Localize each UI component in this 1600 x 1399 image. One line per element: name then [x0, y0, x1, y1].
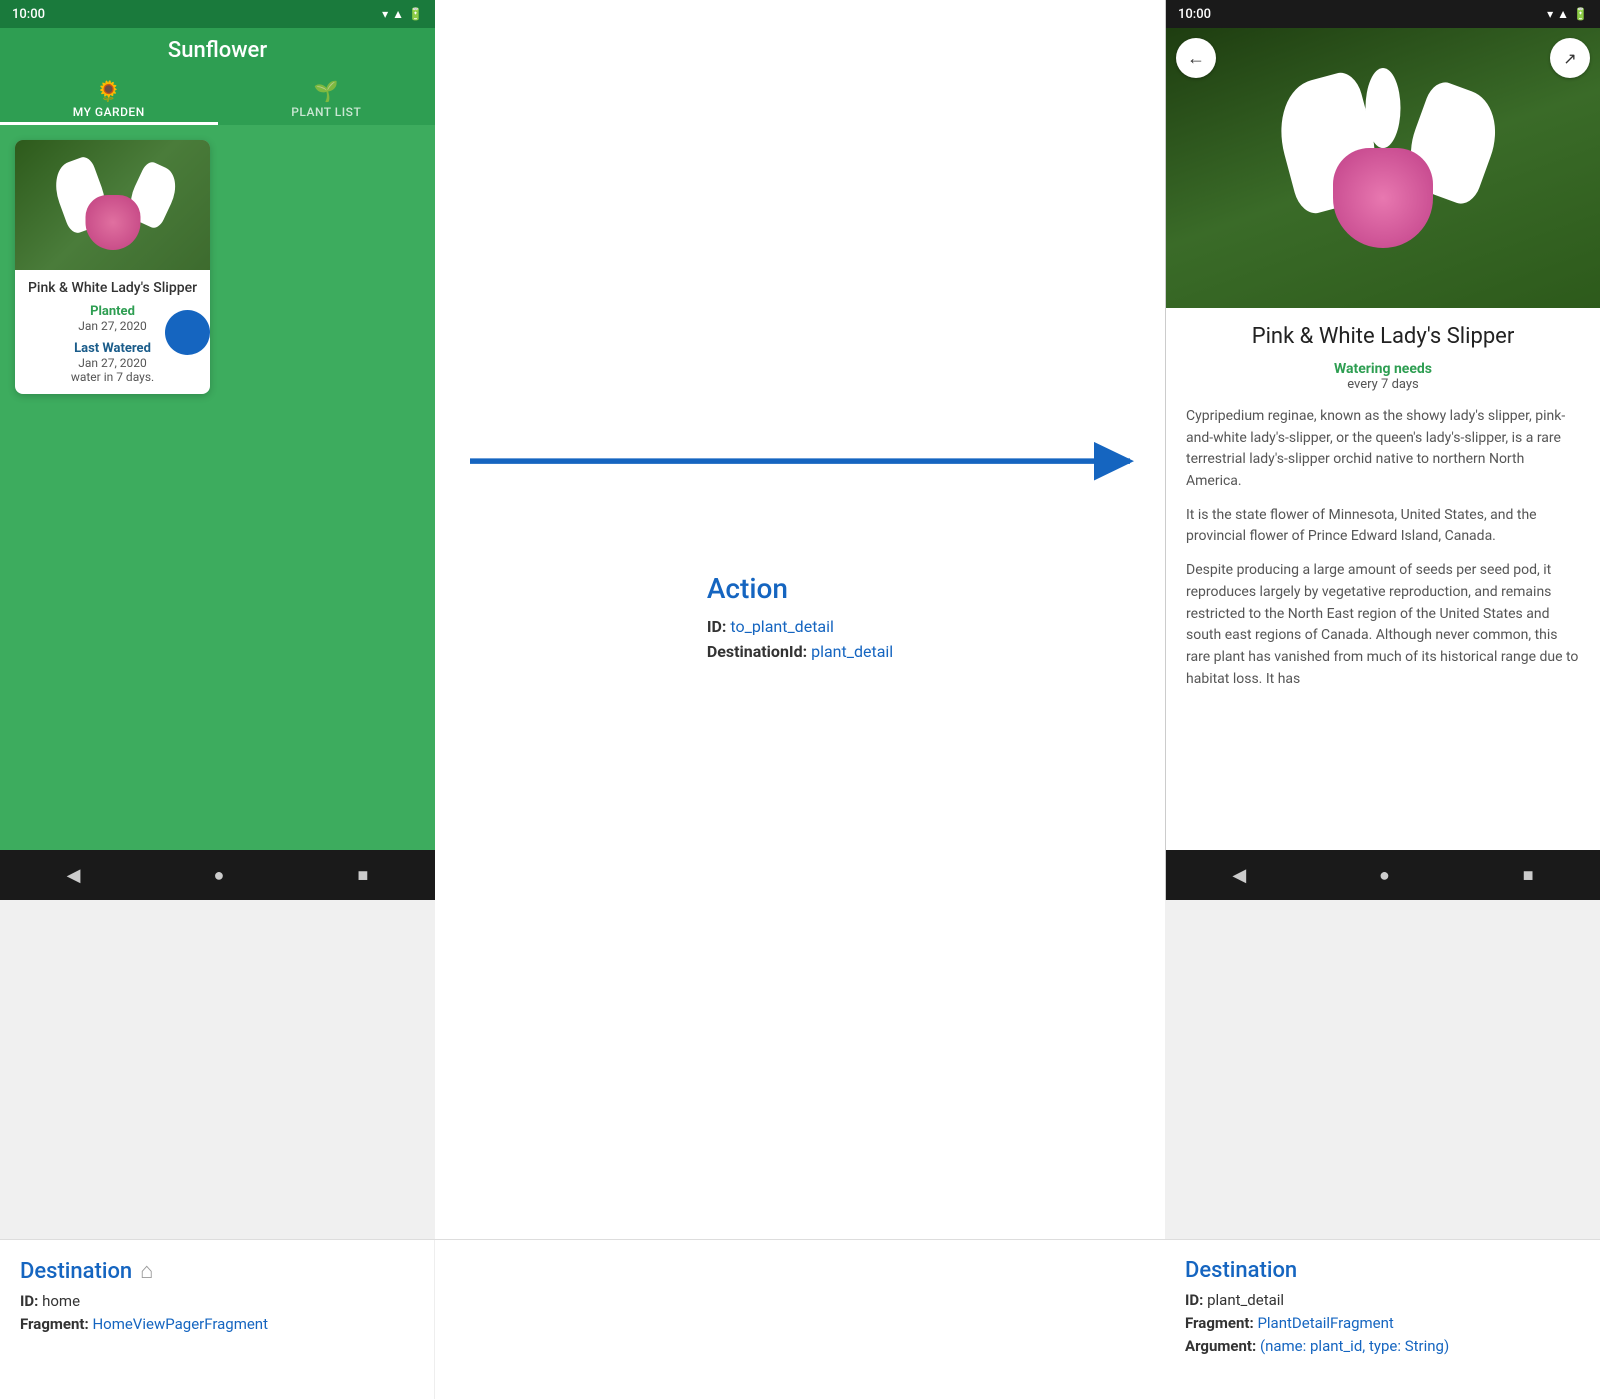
petal-top-large	[1366, 68, 1401, 148]
water-next: water in 7 days.	[27, 370, 198, 384]
phone-left: 10:00 ▾ ▲ 🔋 Sunflower 🌻 MY GARDEN 🌱 PLAN…	[0, 0, 435, 900]
dest-left-id-label: ID:	[20, 1292, 38, 1310]
phone-right: 10:00 ▾ ▲ 🔋 ← ↗ Pink & White Lady's	[1165, 0, 1600, 900]
destination-right-title: Destination	[1185, 1258, 1580, 1283]
dest-right-id-label: ID:	[1185, 1291, 1203, 1309]
interaction-dot	[165, 310, 210, 355]
dest-right-argument-label: Argument:	[1185, 1337, 1256, 1355]
app-title: Sunflower	[0, 38, 435, 71]
status-bar-right: 10:00 ▾ ▲ 🔋	[1166, 0, 1600, 28]
dest-left-fragment-line: Fragment: HomeViewPagerFragment	[20, 1315, 414, 1333]
destination-left: Destination ⌂ ID: home Fragment: HomeVie…	[0, 1240, 435, 1399]
signal-icon: ▲	[392, 7, 404, 21]
dest-right-fragment-line: Fragment: PlantDetailFragment	[1185, 1314, 1580, 1332]
time-right: 10:00	[1178, 7, 1211, 22]
dest-right-argument-line: Argument: (name: plant_id, type: String)	[1185, 1337, 1580, 1355]
my-garden-icon: 🌻	[96, 79, 121, 103]
recents-button-left[interactable]: ■	[342, 857, 385, 894]
dest-left-fragment-value: HomeViewPagerFragment	[92, 1315, 268, 1333]
dest-left-id-line: ID: home	[20, 1292, 414, 1310]
flower-shape-large	[1303, 78, 1463, 258]
description-para-3: Despite producing a large amount of seed…	[1186, 560, 1580, 690]
dest-left-id-value: home	[42, 1292, 80, 1310]
destination-right: Destination ID: plant_detail Fragment: P…	[1165, 1240, 1600, 1399]
home-button-nav-right[interactable]: ●	[1363, 857, 1406, 894]
status-icons-right: ▾ ▲ 🔋	[1547, 7, 1588, 21]
recents-button-nav-right[interactable]: ■	[1507, 857, 1550, 894]
pouch-large	[1333, 148, 1433, 248]
action-id-label: ID:	[707, 617, 727, 636]
action-area: Action ID: to_plant_detail DestinationId…	[435, 0, 1165, 1239]
home-button-left[interactable]: ●	[198, 857, 241, 894]
status-bar-left: 10:00 ▾ ▲ 🔋	[0, 0, 435, 28]
dest-right-id-value: plant_detail	[1207, 1291, 1284, 1309]
action-dest-line: DestinationId: plant_detail	[707, 642, 893, 661]
flower-illustration-small	[15, 140, 210, 270]
dest-right-id-line: ID: plant_detail	[1185, 1291, 1580, 1309]
plant-card[interactable]: Pink & White Lady's Slipper Planted Jan …	[15, 140, 210, 394]
plant-list-label: PLANT LIST	[291, 105, 361, 119]
card-plant-name: Pink & White Lady's Slipper	[27, 280, 198, 296]
signal-icon-right: ▲	[1557, 7, 1569, 21]
tabs-container: 🌻 MY GARDEN 🌱 PLANT LIST	[0, 71, 435, 125]
app-header: Sunflower 🌻 MY GARDEN 🌱 PLANT LIST	[0, 28, 435, 125]
plant-card-image	[15, 140, 210, 270]
action-id-value: to_plant_detail	[730, 617, 834, 636]
my-garden-label: MY GARDEN	[73, 105, 145, 119]
dest-middle-spacer	[435, 1240, 1165, 1399]
last-watered-date: Jan 27, 2020	[27, 356, 198, 370]
destination-left-title: Destination ⌂	[20, 1258, 414, 1284]
back-button-right[interactable]: ←	[1176, 38, 1216, 78]
tab-plant-list[interactable]: 🌱 PLANT LIST	[218, 71, 436, 125]
back-button-left[interactable]: ◀	[51, 857, 97, 894]
plant-description: Cypripedium reginae, known as the showy …	[1186, 406, 1580, 690]
plant-list-icon: 🌱	[314, 79, 339, 103]
plant-detail-header: ← ↗	[1166, 28, 1600, 308]
garden-content: Pink & White Lady's Slipper Planted Jan …	[0, 125, 435, 850]
action-dest-value: plant_detail	[811, 642, 893, 661]
dest-right-fragment-value: PlantDetailFragment	[1257, 1314, 1393, 1332]
time-left: 10:00	[12, 7, 45, 22]
battery-icon: 🔋	[408, 7, 423, 21]
home-dest-icon: ⌂	[140, 1258, 153, 1284]
dest-left-fragment-label: Fragment:	[20, 1315, 89, 1333]
dest-right-argument-value: (name: plant_id, type: String)	[1260, 1337, 1449, 1355]
flower-shape-small	[73, 160, 153, 250]
wifi-icon-right: ▾	[1547, 7, 1553, 21]
nav-bar-left: ◀ ● ■	[0, 850, 435, 900]
watering-needs-label: Watering needs	[1186, 361, 1580, 377]
pouch-small	[85, 195, 140, 250]
action-title: Action	[707, 572, 893, 605]
action-info-box: Action ID: to_plant_detail DestinationId…	[707, 572, 893, 667]
action-id-line: ID: to_plant_detail	[707, 617, 893, 636]
description-para-2: It is the state flower of Minnesota, Uni…	[1186, 505, 1580, 548]
dest-right-fragment-label: Fragment:	[1185, 1314, 1254, 1332]
share-button-right[interactable]: ↗	[1550, 38, 1590, 78]
detail-plant-name: Pink & White Lady's Slipper	[1186, 324, 1580, 349]
status-icons-left: ▾ ▲ 🔋	[382, 7, 423, 21]
plant-detail-content: Pink & White Lady's Slipper Watering nee…	[1166, 308, 1600, 850]
tab-my-garden[interactable]: 🌻 MY GARDEN	[0, 71, 218, 125]
nav-bar-right: ◀ ● ■	[1166, 850, 1600, 900]
battery-icon-right: 🔋	[1573, 7, 1588, 21]
flower-illustration-large	[1166, 28, 1600, 308]
bottom-section: Destination ⌂ ID: home Fragment: HomeVie…	[0, 1239, 1600, 1399]
wifi-icon: ▾	[382, 7, 388, 21]
description-para-1: Cypripedium reginae, known as the showy …	[1186, 406, 1580, 493]
action-dest-label: DestinationId:	[707, 642, 807, 661]
watering-freq: every 7 days	[1186, 377, 1580, 392]
back-button-nav-right[interactable]: ◀	[1216, 857, 1262, 894]
